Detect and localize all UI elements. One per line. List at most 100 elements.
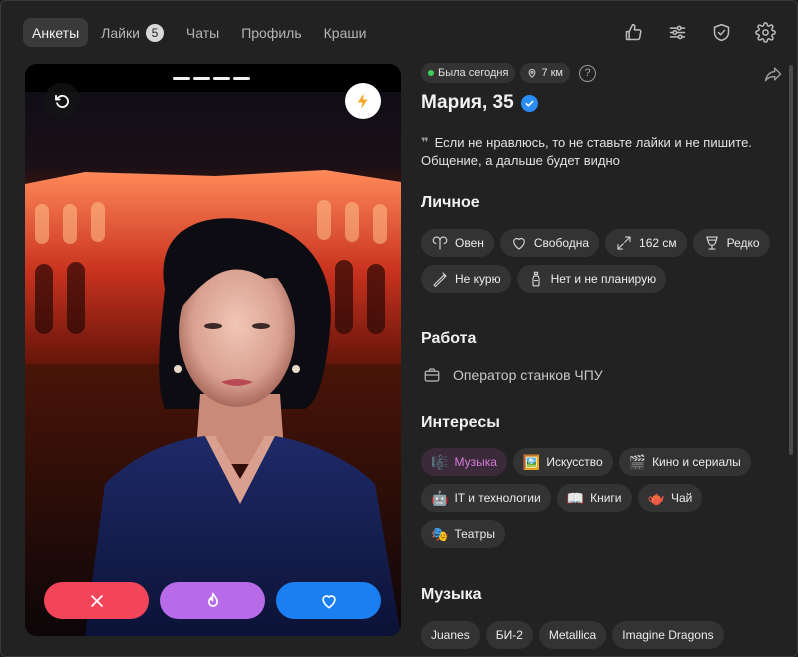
tab-crushes[interactable]: Краши (315, 18, 376, 47)
music-chip: Imagine Dragons (612, 621, 724, 649)
like-button[interactable] (276, 582, 381, 619)
interest-chip: 🎼 Музыка (421, 448, 507, 476)
chip-label: Нет и не планирую (550, 272, 657, 286)
name-row: Мария, 35 (421, 92, 776, 114)
interest-chip: 🎭 Театры (421, 520, 505, 548)
briefcase-icon (424, 368, 440, 382)
music-notes-icon: 🎼 (431, 454, 449, 470)
undo-icon (55, 94, 69, 108)
tab-ankety[interactable]: Анкеты (23, 18, 89, 47)
baby-bottle-icon (532, 271, 540, 287)
scrollbar[interactable] (789, 65, 793, 455)
chip-label: IT и технологии (454, 491, 541, 505)
likes-count-badge: 5 (145, 23, 164, 42)
chip-label: Редко (726, 236, 760, 250)
book-icon: 📖 (566, 490, 585, 506)
tab-chats[interactable]: Чаты (177, 18, 228, 47)
gear-icon[interactable] (753, 20, 777, 44)
online-status-label: Была сегодня (438, 67, 509, 79)
chip-label: Искусство (546, 455, 603, 469)
bio-content: Если не нравлюсь, то не ставьте лайки и … (421, 135, 752, 168)
tab-label: Лайки (101, 24, 140, 41)
thumbs-up-icon[interactable] (621, 20, 645, 44)
picture-frame-icon: 🖼️ (522, 454, 541, 470)
personal-chips: Овен Свободна 162 см Редко Не курю Нет и… (421, 229, 771, 293)
distance-pill: 7 км (520, 63, 570, 83)
meta-row: Была сегодня 7 км ? (421, 63, 776, 83)
filters-icon[interactable] (665, 20, 689, 44)
swipe-actions (44, 582, 381, 619)
help-icon[interactable]: ? (579, 64, 596, 82)
progress-segment (193, 77, 210, 80)
undo-button[interactable] (44, 83, 80, 119)
music-chips: Juanes БИ-2 Metallica Imagine Dragons (421, 621, 771, 649)
chip-alcohol: Редко (692, 229, 770, 257)
chip-label: Не курю (455, 272, 501, 286)
tab-profile[interactable]: Профиль (232, 18, 310, 47)
chip-label: Овен (455, 236, 484, 250)
theater-masks-icon: 🎭 (431, 526, 449, 542)
boost-button[interactable] (345, 83, 381, 119)
bio-text: ❞ Если не нравлюсь, то не ставьте лайки и… (421, 134, 771, 170)
verified-icon (520, 94, 538, 112)
chip-height: 162 см (605, 229, 687, 257)
tab-label: Краши (323, 24, 367, 41)
section-title-work: Работа (421, 330, 477, 347)
no-smoking-icon (433, 272, 447, 288)
heart-outline-icon (513, 237, 525, 250)
app-window: Анкеты Лайки 5 Чаты Профиль Краши Была с… (0, 0, 798, 657)
interest-chip: 📖 Книги (556, 484, 632, 512)
tab-likes[interactable]: Лайки 5 (92, 18, 173, 47)
work-value: Оператор станков ЧПУ (453, 367, 603, 383)
location-pin-icon (528, 68, 536, 78)
interest-chip: 🖼️ Искусство (512, 448, 613, 476)
robot-icon: 🤖 (431, 490, 449, 506)
progress-segment (213, 77, 230, 80)
lightning-icon (357, 93, 368, 109)
shield-check-icon[interactable] (709, 20, 733, 44)
online-status-pill: Была сегодня (421, 63, 516, 83)
section-title-music: Музыка (421, 586, 482, 603)
tab-label: Профиль (241, 24, 302, 41)
section-title-interests: Интересы (421, 414, 500, 431)
chip-children: Нет и не планирую (516, 265, 667, 293)
chip-label: Чай (670, 491, 693, 505)
chip-relationship: Свободна (499, 229, 600, 257)
work-row: Оператор станков ЧПУ (423, 366, 603, 384)
zodiac-aries-icon (432, 236, 448, 250)
music-chip: Juanes (421, 621, 480, 649)
share-icon[interactable] (762, 64, 784, 89)
profile-name: Мария, 35 (421, 92, 514, 113)
chip-label: Театры (454, 527, 495, 541)
quote-icon: ❞ (421, 135, 429, 150)
teapot-icon: 🫖 (647, 490, 665, 506)
super-like-button[interactable] (160, 582, 265, 619)
music-chip: Metallica (538, 621, 607, 649)
wine-glass-icon (705, 236, 718, 250)
top-nav: Анкеты Лайки 5 Чаты Профиль Краши (23, 18, 375, 47)
clapperboard-icon: 🎬 (628, 454, 647, 470)
chip-label: 162 см (639, 236, 677, 250)
chip-zodiac: Овен (421, 229, 494, 257)
profile-photo-card[interactable] (25, 64, 401, 636)
chip-label: Кино и сериалы (652, 455, 741, 469)
expand-arrows-icon (617, 236, 631, 250)
distance-label: 7 км (541, 67, 563, 79)
online-dot-icon (428, 70, 434, 76)
photo-progress (173, 77, 250, 80)
progress-segment (173, 77, 190, 80)
heart-icon (321, 594, 336, 608)
chip-smoking: Не курю (421, 265, 511, 293)
chip-label: Музыка (454, 455, 497, 469)
close-icon (90, 594, 103, 607)
interest-chip: 🎬 Кино и сериалы (618, 448, 751, 476)
chip-label: Книги (590, 491, 622, 505)
chip-label: Свободна (533, 236, 590, 250)
interest-chip: 🫖 Чай (637, 484, 703, 512)
tab-label: Анкеты (32, 24, 80, 41)
profile-info: Была сегодня 7 км ? Мария, 35 ❞ Если не н… (421, 63, 782, 649)
progress-segment (233, 77, 250, 80)
music-chip: БИ-2 (485, 621, 533, 649)
top-actions (621, 20, 777, 44)
dislike-button[interactable] (44, 582, 149, 619)
